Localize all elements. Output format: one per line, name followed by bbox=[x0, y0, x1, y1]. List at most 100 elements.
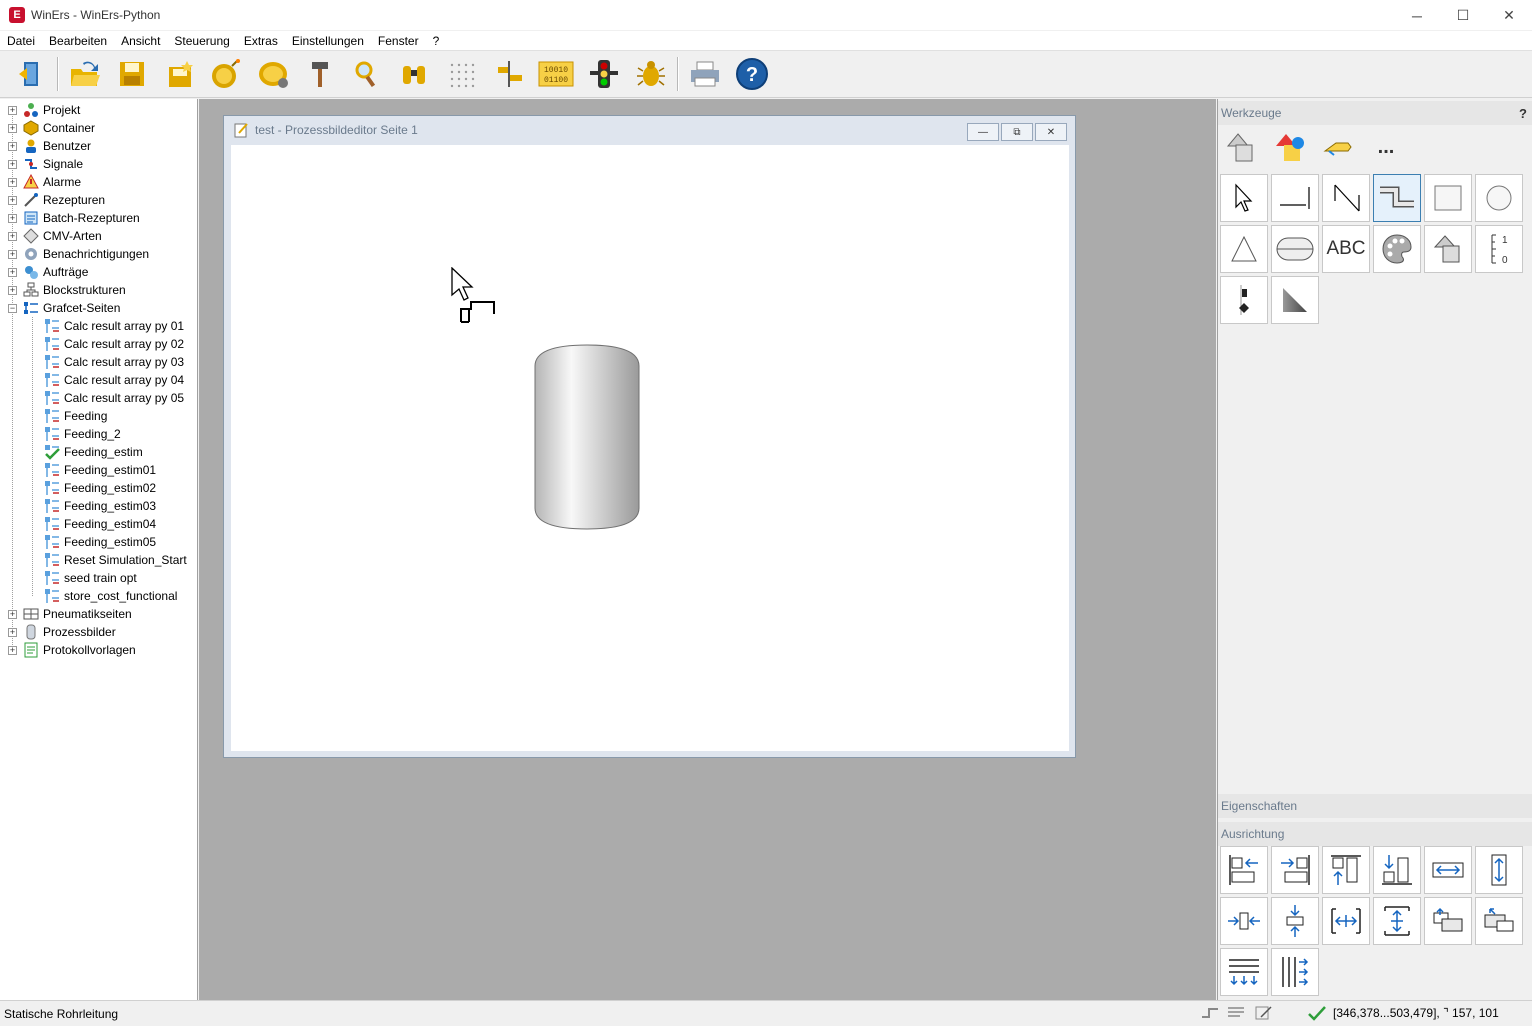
align-right-button[interactable] bbox=[1271, 846, 1319, 894]
editor-close-button[interactable]: ✕ bbox=[1035, 123, 1067, 141]
tools-help-button[interactable]: ? bbox=[1519, 106, 1527, 121]
align-left-button[interactable] bbox=[1220, 846, 1268, 894]
alignment-panel-header[interactable]: Ausrichtung bbox=[1218, 822, 1532, 846]
same-height-button[interactable] bbox=[1475, 846, 1523, 894]
triangle-tool[interactable] bbox=[1220, 225, 1268, 273]
menu-einstellungen[interactable]: Einstellungen bbox=[285, 34, 371, 48]
palette-tool[interactable] bbox=[1373, 225, 1421, 273]
text-tool[interactable]: ABC bbox=[1322, 225, 1370, 273]
menu-datei[interactable]: Datei bbox=[0, 34, 42, 48]
more-tab[interactable]: ... bbox=[1362, 125, 1410, 169]
menu-ansicht[interactable]: Ansicht bbox=[114, 34, 167, 48]
editor-restore-button[interactable]: ⧉ bbox=[1001, 123, 1033, 141]
tree-item-seed-train-opt[interactable]: seed train opt bbox=[44, 569, 137, 587]
align-top-button[interactable] bbox=[1322, 846, 1370, 894]
expand-icon[interactable]: + bbox=[8, 141, 17, 151]
line-tool[interactable] bbox=[1271, 174, 1319, 222]
tank-shape[interactable] bbox=[534, 344, 640, 530]
tree-item-auftraege[interactable]: + Aufträge bbox=[8, 263, 88, 281]
menu-extras[interactable]: Extras bbox=[237, 34, 285, 48]
shapes-tab[interactable] bbox=[1218, 125, 1266, 169]
minimize-button[interactable]: ─ bbox=[1394, 0, 1440, 31]
diagonal-line-tool[interactable] bbox=[1322, 174, 1370, 222]
drawing-canvas[interactable] bbox=[231, 145, 1069, 751]
expand-icon[interactable]: + bbox=[8, 177, 17, 187]
maximize-button[interactable]: ☐ bbox=[1440, 0, 1486, 31]
tree-item-calc-04[interactable]: Calc result array py 04 bbox=[44, 371, 184, 389]
tree-item-calc-05[interactable]: Calc result array py 05 bbox=[44, 389, 184, 407]
open-button[interactable] bbox=[67, 57, 103, 91]
new-project-button[interactable] bbox=[162, 57, 198, 91]
properties-panel-header[interactable]: Eigenschaften bbox=[1218, 794, 1532, 818]
tree-item-batch-rezepturen[interactable]: + Batch-Rezepturen bbox=[8, 209, 140, 227]
save-button[interactable] bbox=[114, 57, 150, 91]
select-tool[interactable] bbox=[1220, 174, 1268, 222]
tree-item-feeding-estim02[interactable]: Feeding_estim02 bbox=[44, 479, 156, 497]
tree-item-cmv-arten[interactable]: + CMV-Arten bbox=[8, 227, 102, 245]
tree-item-feeding-estim01[interactable]: Feeding_estim01 bbox=[44, 461, 156, 479]
tree-item-store-cost[interactable]: store_cost_functional bbox=[44, 587, 177, 605]
bring-forward-button[interactable] bbox=[1424, 897, 1472, 945]
distribute-horizontal-button[interactable] bbox=[1322, 897, 1370, 945]
expand-icon[interactable]: + bbox=[8, 123, 17, 133]
print-button[interactable] bbox=[687, 57, 723, 91]
bomb-button[interactable] bbox=[208, 57, 244, 91]
valve-tool[interactable] bbox=[1220, 276, 1268, 324]
editor-title-bar[interactable]: test - Prozessbildeditor Seite 1 — ⧉ ✕ bbox=[224, 116, 1075, 144]
tree-item-pneumatikseiten[interactable]: + Pneumatikseiten bbox=[8, 605, 132, 623]
tree-item-calc-02[interactable]: Calc result array py 02 bbox=[44, 335, 184, 353]
tree-item-projekt[interactable]: + Projekt bbox=[8, 101, 80, 119]
same-width-button[interactable] bbox=[1424, 846, 1472, 894]
tree-item-calc-03[interactable]: Calc result array py 03 bbox=[44, 353, 184, 371]
search-button[interactable] bbox=[348, 57, 384, 91]
tree-item-reset-simulation[interactable]: Reset Simulation_Start bbox=[44, 551, 187, 569]
binoculars-button[interactable] bbox=[396, 57, 432, 91]
tree-item-prozessbilder[interactable]: + Prozessbilder bbox=[8, 623, 116, 641]
grid-button[interactable] bbox=[443, 57, 479, 91]
hammer-button[interactable] bbox=[302, 57, 338, 91]
stack-right-button[interactable] bbox=[1271, 948, 1319, 996]
tree-item-feeding-2[interactable]: Feeding_2 bbox=[44, 425, 121, 443]
tree-item-feeding[interactable]: Feeding bbox=[44, 407, 107, 425]
tree-item-feeding-estim04[interactable]: Feeding_estim04 bbox=[44, 515, 156, 533]
editor-minimize-button[interactable]: — bbox=[967, 123, 999, 141]
right-triangle-tool[interactable] bbox=[1271, 276, 1319, 324]
menu-help[interactable]: ? bbox=[426, 34, 447, 48]
tree-item-benutzer[interactable]: + Benutzer bbox=[8, 137, 91, 155]
tree-item-feeding-estim05[interactable]: Feeding_estim05 bbox=[44, 533, 156, 551]
scale-tool[interactable]: 10 bbox=[1475, 225, 1523, 273]
tree-item-protokollvorlagen[interactable]: + Protokollvorlagen bbox=[8, 641, 136, 659]
expand-icon[interactable]: + bbox=[8, 249, 17, 259]
tree-item-signale[interactable]: + Signale bbox=[8, 155, 83, 173]
center-vertical-button[interactable] bbox=[1271, 897, 1319, 945]
expand-icon[interactable]: + bbox=[8, 105, 17, 115]
tree-item-blockstrukturen[interactable]: + Blockstrukturen bbox=[8, 281, 126, 299]
expand-icon[interactable]: + bbox=[8, 285, 17, 295]
polygon-tool[interactable] bbox=[1424, 225, 1472, 273]
tree-item-feeding-estim[interactable]: Feeding_estim bbox=[44, 443, 143, 461]
binary-button[interactable]: 10010 01100 bbox=[538, 57, 574, 91]
menu-bearbeiten[interactable]: Bearbeiten bbox=[42, 34, 114, 48]
menu-fenster[interactable]: Fenster bbox=[371, 34, 426, 48]
lemon-button[interactable] bbox=[256, 57, 292, 91]
expand-icon[interactable]: + bbox=[8, 267, 17, 277]
rectangle-tool[interactable] bbox=[1424, 174, 1472, 222]
tree-item-feeding-estim03[interactable]: Feeding_estim03 bbox=[44, 497, 156, 515]
hand-tab[interactable] bbox=[1314, 125, 1362, 169]
traffic-light-button[interactable] bbox=[586, 57, 622, 91]
expand-icon[interactable]: + bbox=[8, 609, 17, 619]
circle-tool[interactable] bbox=[1475, 174, 1523, 222]
align-button[interactable] bbox=[491, 57, 527, 91]
tree-item-benachrichtigungen[interactable]: + Benachrichtigungen bbox=[8, 245, 149, 263]
colored-shapes-tab[interactable] bbox=[1266, 125, 1314, 169]
menu-steuerung[interactable]: Steuerung bbox=[167, 34, 236, 48]
expand-icon[interactable]: + bbox=[8, 213, 17, 223]
tree-item-container[interactable]: + Container bbox=[8, 119, 95, 137]
tree-item-grafcet-seiten[interactable]: − Grafcet-Seiten bbox=[8, 299, 120, 317]
tank-tool[interactable] bbox=[1271, 225, 1319, 273]
collapse-icon[interactable]: − bbox=[8, 303, 17, 313]
tree-item-alarme[interactable]: + Alarme bbox=[8, 173, 81, 191]
bug-button[interactable] bbox=[633, 57, 669, 91]
help-button[interactable]: ? bbox=[734, 57, 770, 91]
expand-icon[interactable]: + bbox=[8, 159, 17, 169]
